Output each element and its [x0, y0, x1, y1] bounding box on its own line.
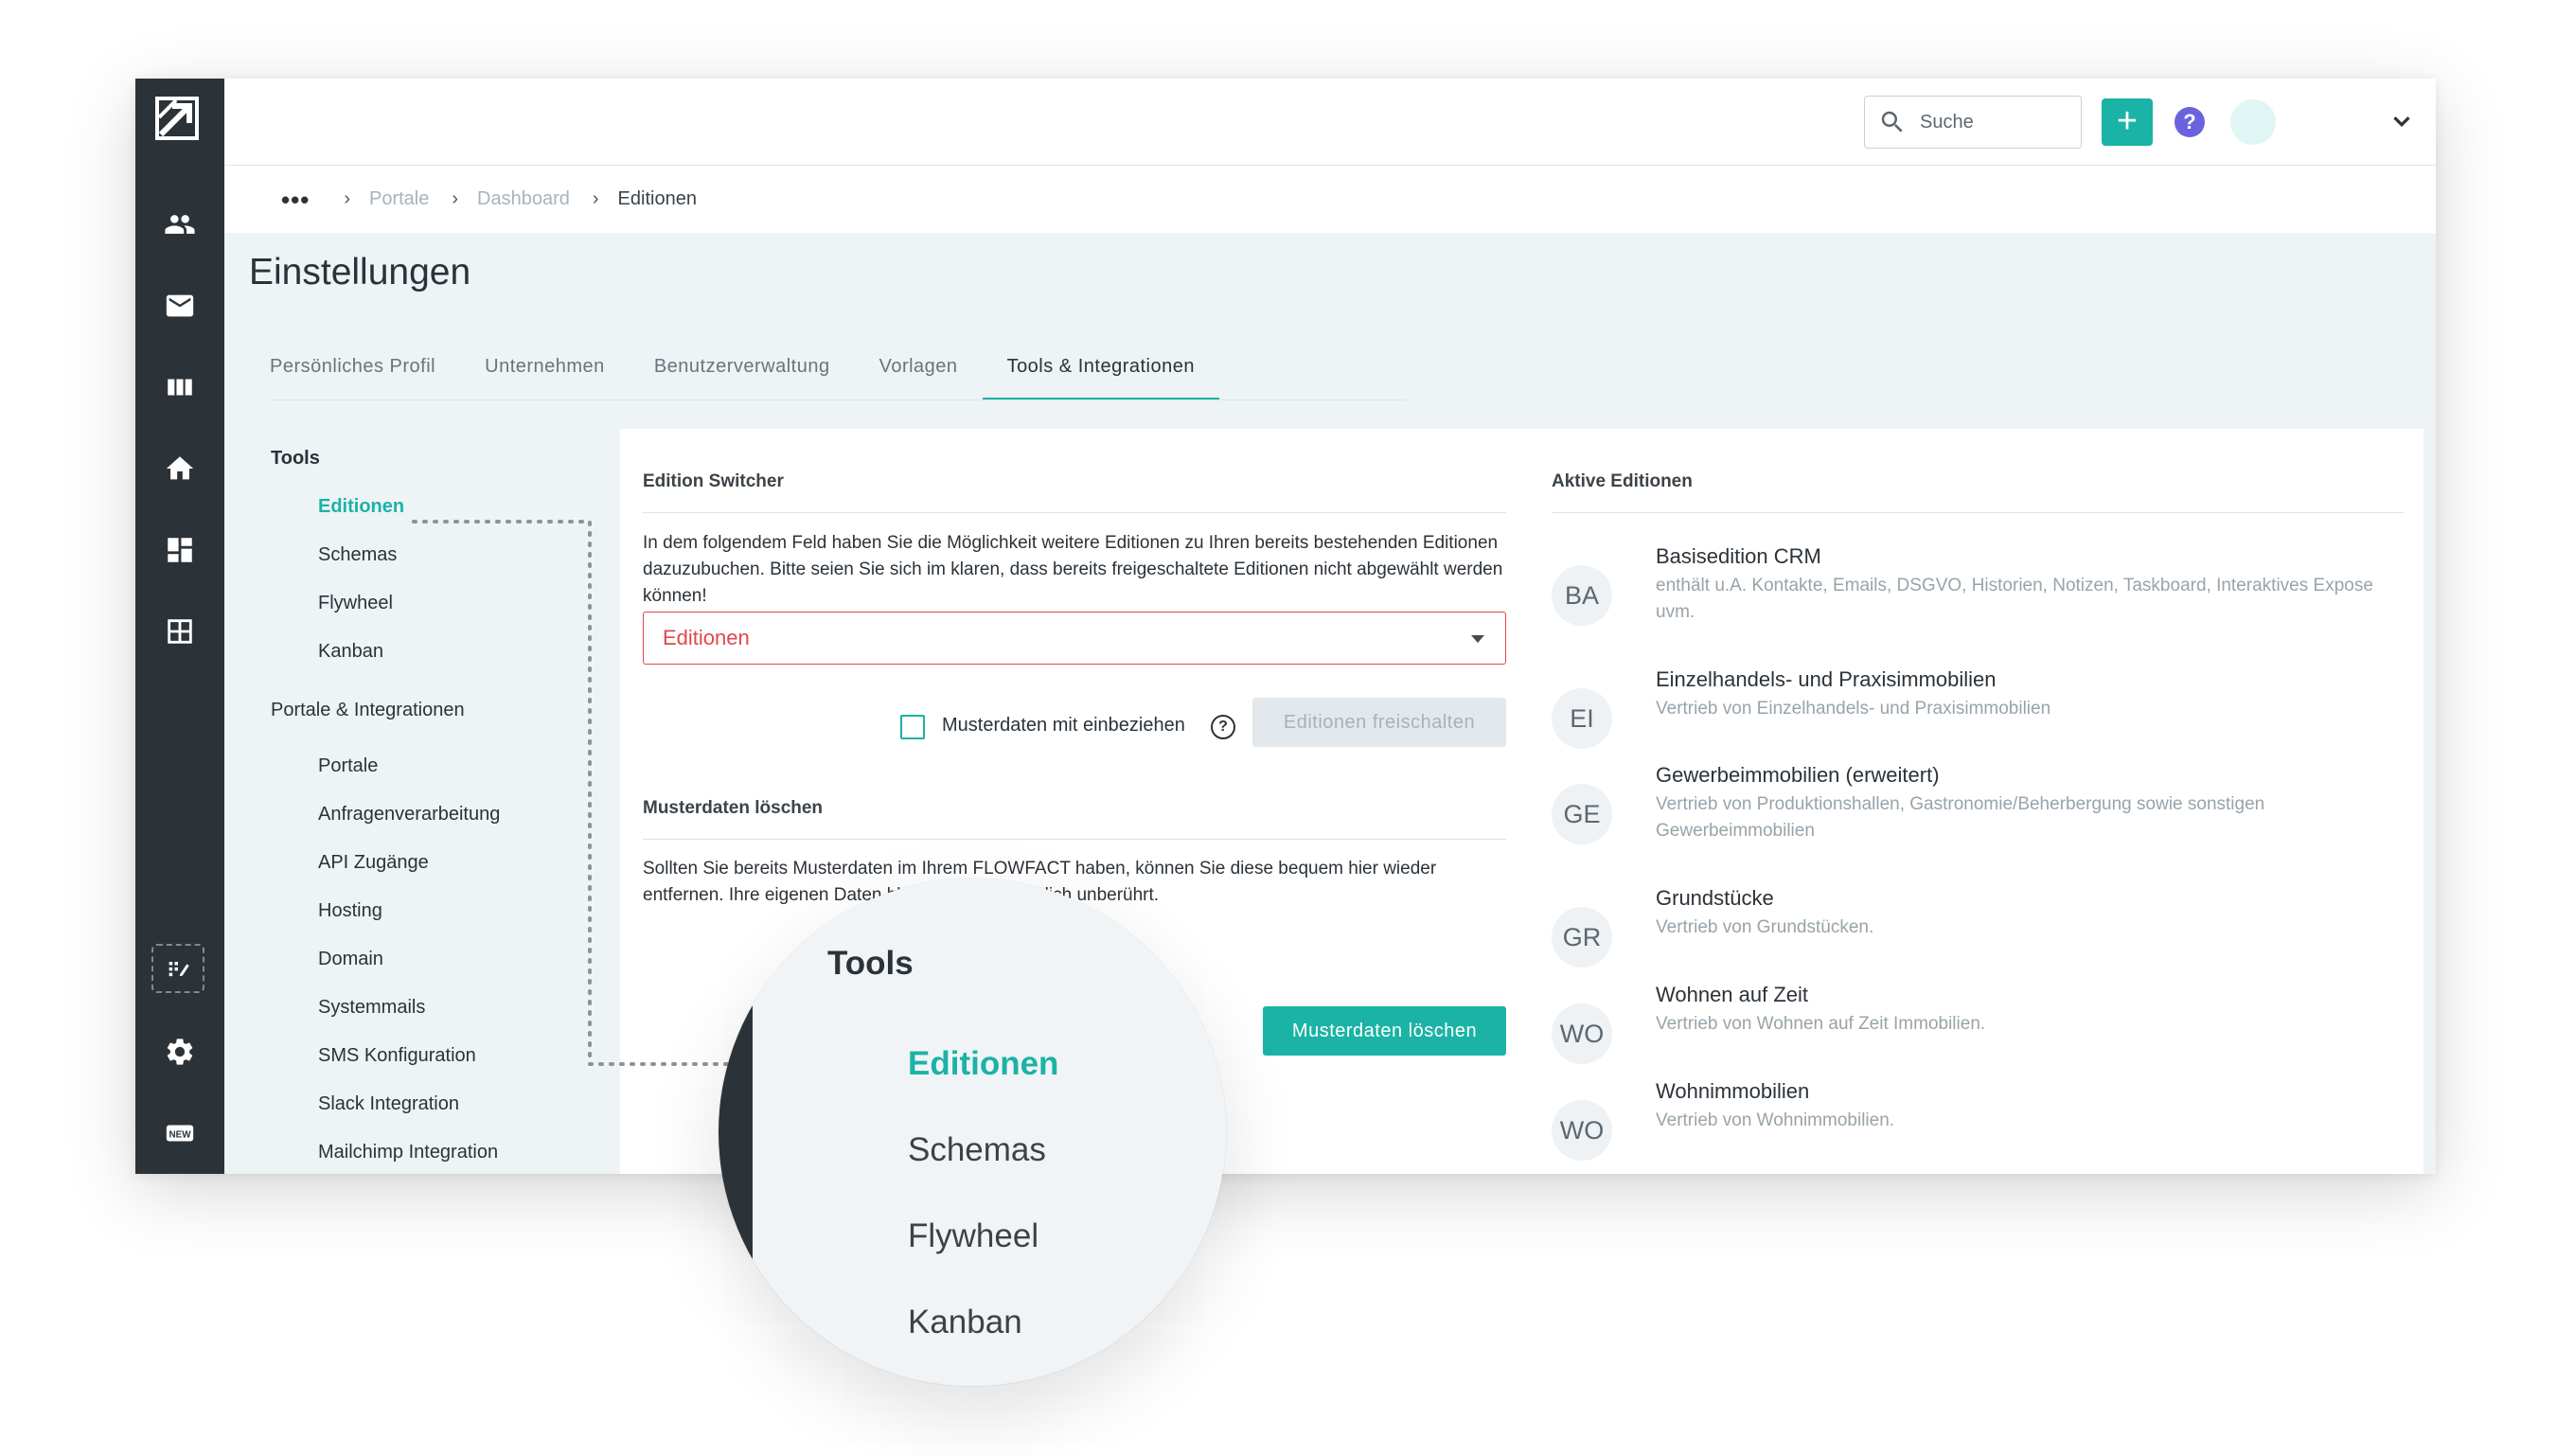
chevron-right-icon: ›: [592, 188, 599, 209]
menu-item-sms-konfiguration[interactable]: SMS Konfiguration: [318, 1045, 476, 1067]
top-bar: Suche + ?: [224, 79, 2436, 166]
menu-item-flywheel[interactable]: Flywheel: [318, 593, 393, 614]
edition-name: Wohnimmobilien: [1656, 1079, 1810, 1103]
breadcrumb-overflow[interactable]: •••: [281, 187, 310, 212]
sidebar: NEW: [135, 79, 224, 1174]
edition-switcher-description: In dem folgendem Feld haben Sie die Mögl…: [643, 533, 1503, 606]
chevron-right-icon: ›: [452, 188, 459, 209]
tab-user-management[interactable]: Benutzerverwaltung: [630, 347, 855, 400]
menu-item-kanban[interactable]: Kanban: [318, 641, 383, 663]
help-icon[interactable]: ?: [2174, 107, 2205, 137]
edition-switcher-title: Edition Switcher: [643, 471, 784, 491]
search-icon: [1881, 111, 1903, 133]
svg-text:NEW: NEW: [169, 1129, 191, 1140]
new-icon[interactable]: NEW: [157, 1110, 203, 1156]
avatar[interactable]: [2230, 99, 2276, 145]
columns-icon[interactable]: [157, 364, 203, 410]
chevron-down-icon[interactable]: [2387, 107, 2416, 135]
mail-icon[interactable]: [157, 283, 203, 328]
divider: [643, 512, 1506, 513]
tab-tools-integrations[interactable]: Tools & Integrationen: [982, 347, 1219, 400]
edition-description: Vertrieb von Einzelhandels- und Praxisim…: [1656, 699, 2051, 719]
tools-heading: Tools: [271, 448, 320, 469]
edition-name: Basisedition CRM: [1656, 544, 1821, 568]
edition-badge: GE: [1552, 784, 1612, 844]
menu-item-anfragenverarbeitung[interactable]: Anfragenverarbeitung: [318, 804, 500, 826]
edition-description: Vertrieb von Produktionshallen, Gastrono…: [1656, 794, 2265, 841]
edition-description: Vertrieb von Wohnen auf Zeit Immobilien.: [1656, 1014, 1986, 1034]
breadcrumb-link-portale[interactable]: Portale: [369, 188, 429, 210]
magnified-item-kanban: Kanban: [908, 1304, 1022, 1341]
portals-heading: Portale & Integrationen: [271, 700, 465, 720]
page-title: Einstellungen: [249, 252, 471, 293]
caret-down-icon: [1471, 635, 1484, 643]
edition-badge: WO: [1552, 1100, 1612, 1161]
edition-name: Gewerbeimmobilien (erweitert): [1656, 763, 1940, 787]
settings-tabs: Persönliches Profil Unternehmen Benutzer…: [270, 347, 1219, 400]
app-window: NEW Suche + ? ••• › Portale › Dashboard …: [135, 79, 2436, 1174]
menu-item-schemas[interactable]: Schemas: [318, 544, 397, 566]
menu-item-hosting[interactable]: Hosting: [318, 900, 382, 922]
edition-description: Vertrieb von Grundstücken.: [1656, 917, 1874, 937]
menu-item-systemmails[interactable]: Systemmails: [318, 997, 425, 1019]
breadcrumb-current: Editionen: [617, 188, 697, 209]
logo-icon[interactable]: [155, 97, 199, 140]
tab-templates[interactable]: Vorlagen: [855, 347, 983, 400]
breadcrumb-link-dashboard[interactable]: Dashboard: [477, 188, 570, 210]
editions-select[interactable]: Editionen: [643, 612, 1506, 665]
magnified-item-schemas: Schemas: [908, 1131, 1046, 1168]
sample-data-title: Musterdaten löschen: [643, 798, 824, 818]
settings-icon[interactable]: [157, 1029, 203, 1074]
magnified-item-flywheel: Flywheel: [908, 1217, 1039, 1254]
divider: [1552, 512, 2404, 513]
edition-badge: EI: [1552, 688, 1612, 749]
magnified-sidebar: [719, 973, 753, 1333]
magnified-item-editionen: Editionen: [908, 1045, 1059, 1082]
menu-item-mailchimp-integration[interactable]: Mailchimp Integration: [318, 1142, 498, 1163]
menu-item-api-zugaenge[interactable]: API Zugänge: [318, 852, 429, 874]
menu-item-editionen[interactable]: Editionen: [318, 496, 404, 518]
edition-badge: BA: [1552, 565, 1612, 626]
dashboard-icon[interactable]: [157, 527, 203, 573]
add-button[interactable]: +: [2102, 98, 2153, 146]
home-icon[interactable]: [157, 446, 203, 491]
tab-personal-profile[interactable]: Persönliches Profil: [270, 347, 460, 400]
flywheel-icon[interactable]: [151, 944, 204, 993]
magnifier-callout: Tools Editionen Schemas Flywheel Kanban: [719, 879, 1226, 1386]
menu-item-slack-integration[interactable]: Slack Integration: [318, 1093, 459, 1115]
divider: [643, 839, 1506, 840]
edition-name: Einzelhandels- und Praxisimmobilien: [1656, 667, 1997, 691]
edition-description: enthält u.A. Kontakte, Emails, DSGVO, Hi…: [1656, 576, 2373, 622]
edition-name: Grundstücke: [1656, 886, 1774, 910]
breadcrumb: ••• › Portale › Dashboard › Editionen: [224, 166, 2436, 233]
sample-data-checkbox-label: Musterdaten mit einbeziehen: [942, 715, 1185, 736]
search-placeholder: Suche: [1920, 111, 1974, 133]
search-input[interactable]: Suche: [1864, 96, 2082, 149]
grid-icon[interactable]: [157, 609, 203, 654]
edition-description: Vertrieb von Wohnimmobilien.: [1656, 1110, 1895, 1130]
menu-item-domain[interactable]: Domain: [318, 949, 383, 970]
question-icon[interactable]: ?: [1211, 715, 1235, 739]
unlock-editions-button[interactable]: Editionen freischalten: [1252, 698, 1506, 747]
active-editions-title: Aktive Editionen: [1552, 471, 1693, 491]
editions-select-placeholder: Editionen: [663, 626, 750, 649]
edition-badge: GR: [1552, 907, 1612, 968]
delete-sample-data-button[interactable]: Musterdaten löschen: [1263, 1006, 1506, 1056]
edition-name: Wohnen auf Zeit: [1656, 983, 1809, 1006]
tab-company[interactable]: Unternehmen: [460, 347, 630, 400]
menu-item-portale[interactable]: Portale: [318, 755, 378, 777]
contacts-icon[interactable]: [157, 202, 203, 247]
chevron-right-icon: ›: [344, 188, 350, 209]
magnified-tools-heading: Tools: [827, 945, 914, 982]
edition-badge: WO: [1552, 1003, 1612, 1064]
sample-data-checkbox[interactable]: [900, 715, 925, 739]
